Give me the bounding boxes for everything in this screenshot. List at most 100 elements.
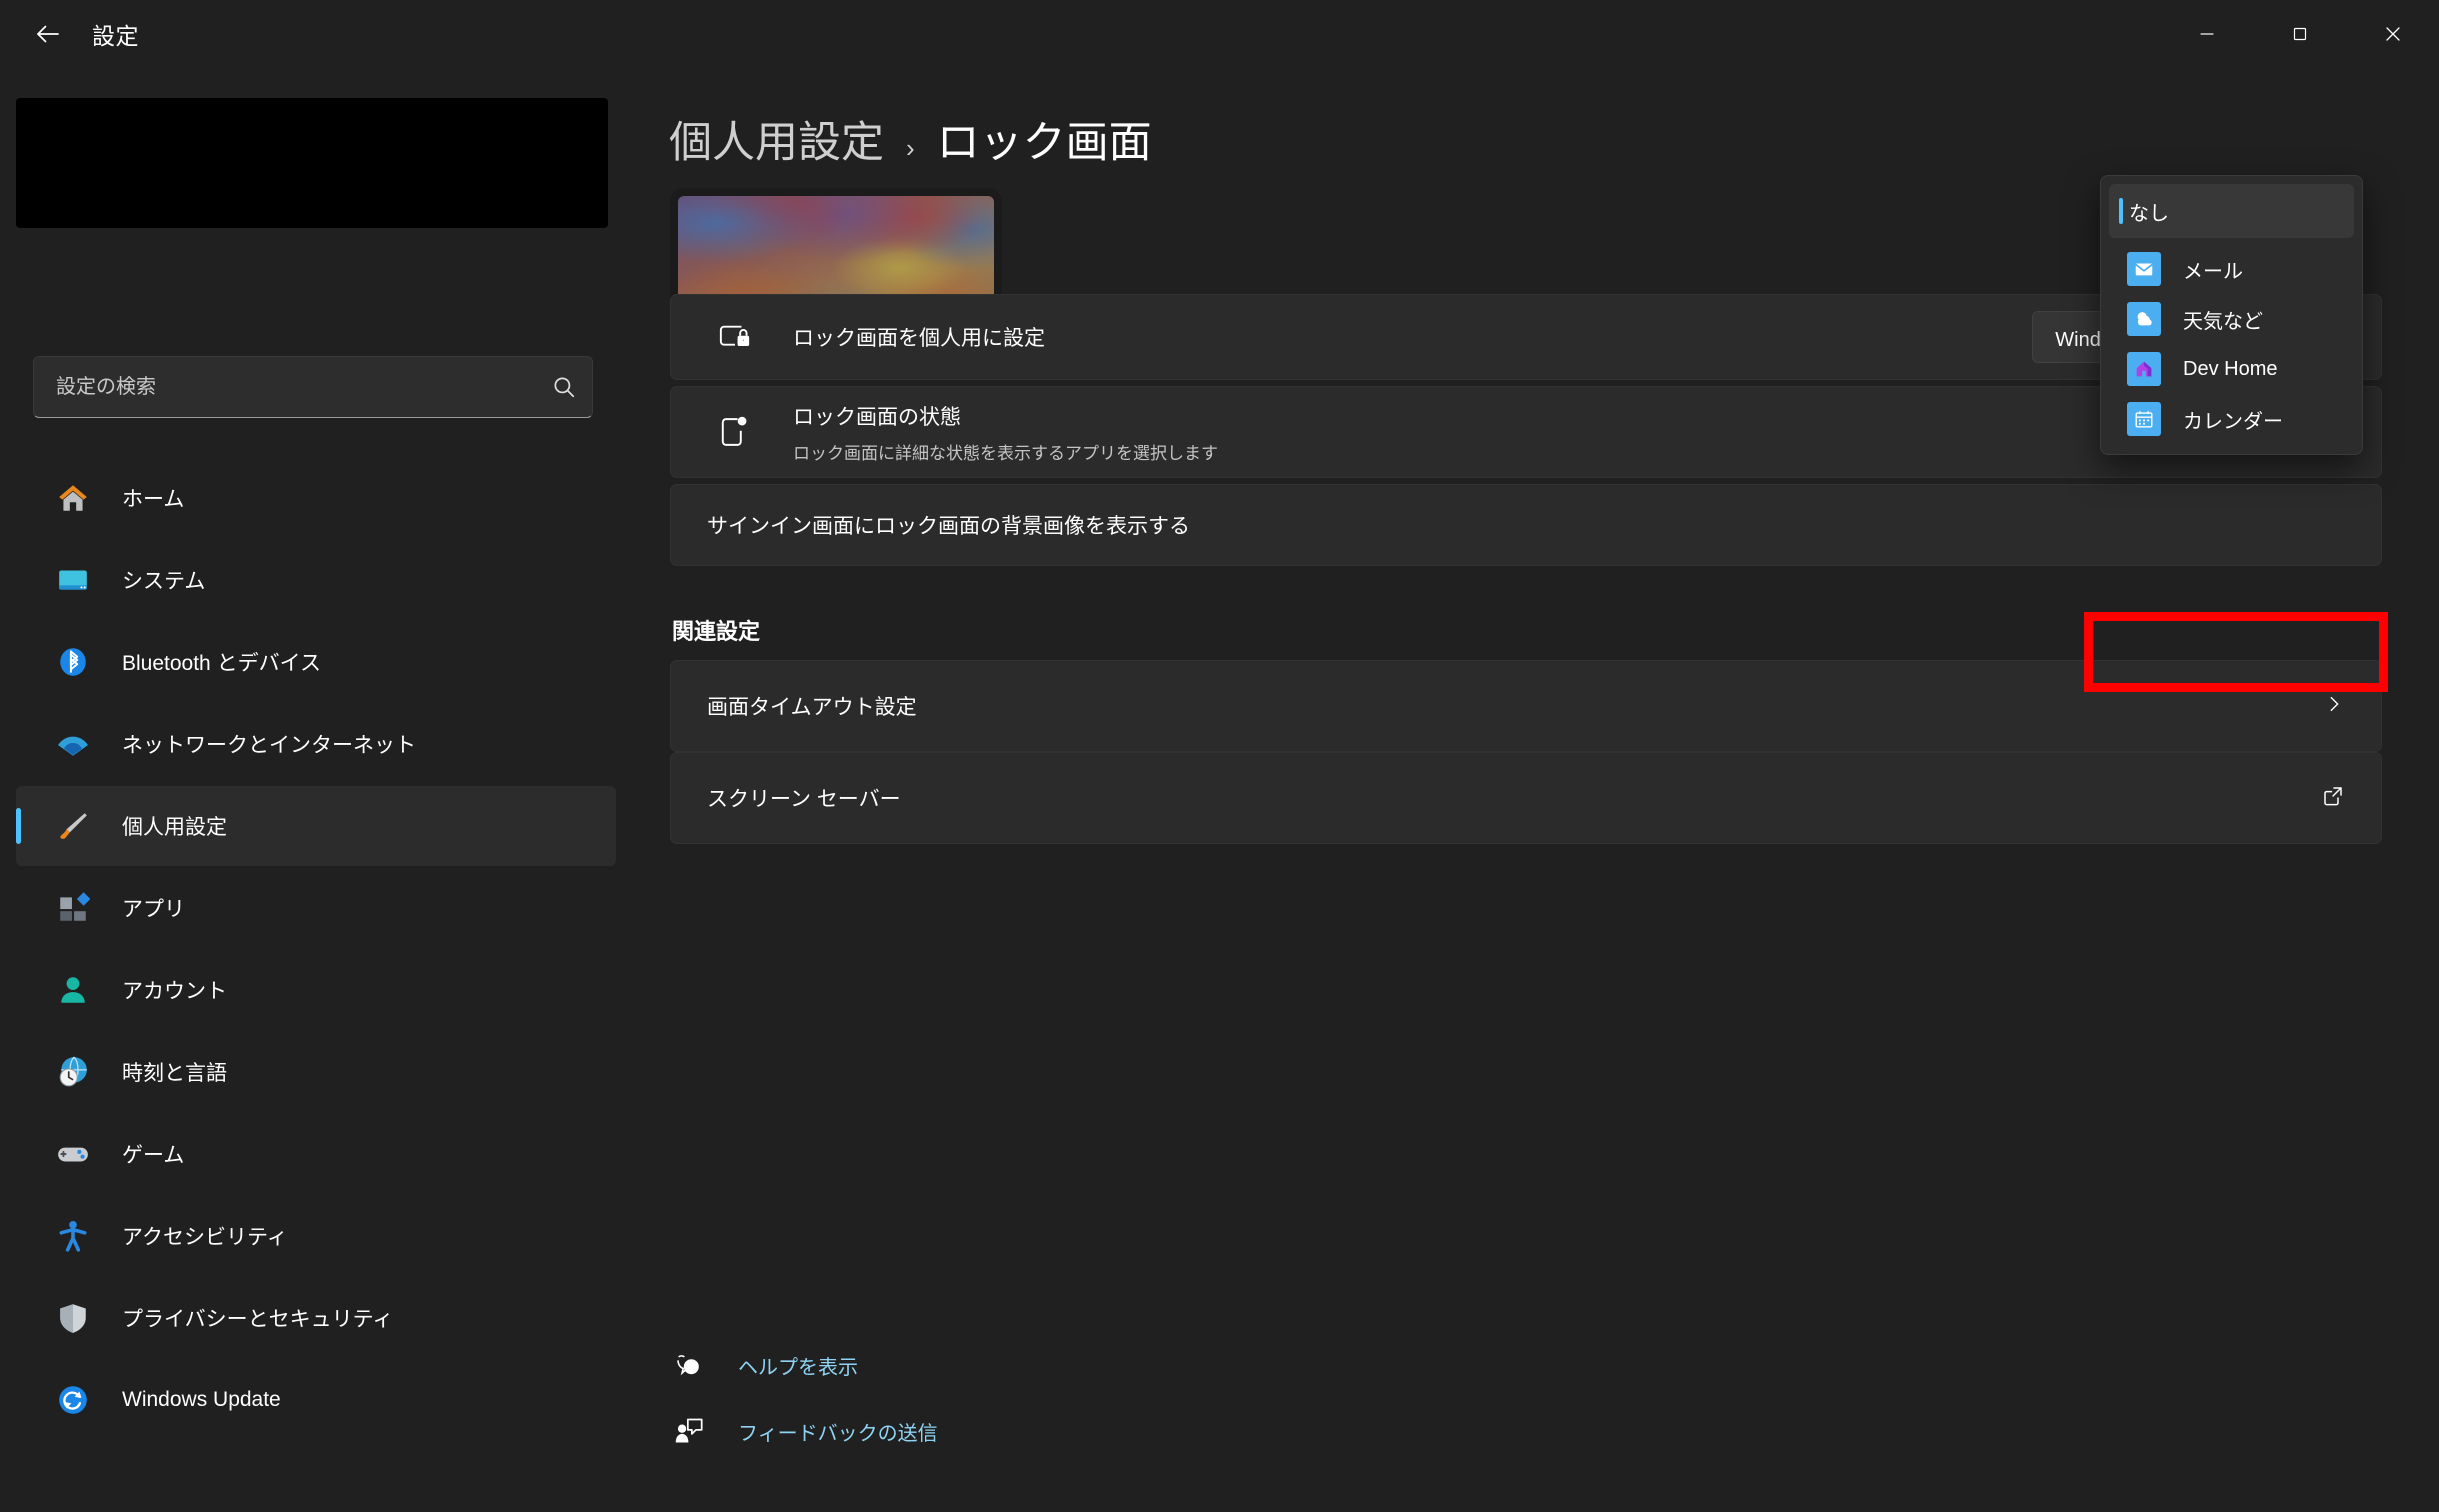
setting-subtitle: ロック画面に詳細な状態を表示するアプリを選択します [793,443,1218,463]
close-icon [2381,22,2405,46]
dropdown-option-label: 天気など [2183,310,2263,333]
external-link-icon[interactable] [2321,784,2345,813]
sidebar-item-network[interactable]: ネットワークとインターネット [16,704,616,784]
dropdown-option-label: なし [2129,202,2169,225]
dropdown-option-weather[interactable]: 天気など [2101,294,2362,344]
sidebar-item-label: ゲーム [122,1144,185,1167]
bluetooth-icon [52,641,94,683]
chevron-right-icon[interactable] [2323,693,2345,720]
mail-app-icon [2127,252,2161,286]
dropdown-option-label: Dev Home [2183,357,2278,380]
lock-screen-status-dropdown-flyout[interactable]: なし メール 天気など Dev Home カレンダー [2100,175,2363,455]
sidebar-item-accessibility[interactable]: アクセシビリティ [16,1196,616,1276]
sidebar-item-label: アプリ [122,898,185,921]
accessibility-icon [52,1215,94,1257]
account-person-icon [52,969,94,1011]
dropdown-option-label: メール [2183,260,2243,283]
related-row-action [2323,693,2345,720]
sidebar-item-windows-update[interactable]: Windows Update [16,1360,616,1440]
search-box[interactable] [33,356,593,418]
related-row-text: スクリーン セーバー [707,783,2321,813]
paintbrush-icon [52,805,94,847]
shield-icon [52,1297,94,1339]
lock-status-icon [707,404,763,460]
close-button[interactable] [2346,0,2439,68]
clock-globe-icon [52,1051,94,1093]
feedback-person-icon [670,1416,708,1446]
breadcrumb-current: ロック画面 [936,119,1152,167]
sidebar-item-label: アクセシビリティ [122,1226,288,1249]
calendar-app-icon [2127,402,2161,436]
footer-link-label: ヘルプを表示 [738,1356,858,1379]
sidebar: ホーム システム [0,68,640,1512]
sidebar-item-label: プライバシーとセキュリティ [122,1308,394,1331]
related-title: 画面タイムアウト設定 [707,696,917,719]
svg-text:?: ? [688,1363,694,1374]
sidebar-item-gaming[interactable]: ゲーム [16,1114,616,1194]
sidebar-item-personalization[interactable]: 個人用設定 [16,786,616,866]
apps-icon [52,887,94,929]
sidebar-item-label: ネットワークとインターネット [122,734,416,757]
dropdown-option-none-selected[interactable]: なし [2109,184,2354,238]
sidebar-nav: ホーム システム Bluetooth とデバイス ネットワークとインターネット … [16,458,616,1442]
sidebar-item-accounts[interactable]: アカウント [16,950,616,1030]
minimize-button[interactable] [2160,0,2253,68]
setting-title: ロック画面の状態 [793,405,961,429]
sidebar-item-apps[interactable]: アプリ [16,868,616,948]
help-question-icon: ? [670,1350,708,1380]
gamepad-icon [52,1133,94,1175]
sidebar-item-label: アカウント [122,980,227,1003]
search-icon[interactable] [536,374,592,400]
related-settings-heading: 関連設定 [672,619,761,644]
breadcrumb-parent[interactable]: 個人用設定 [669,108,884,170]
sidebar-item-time-language[interactable]: 時刻と言語 [16,1032,616,1112]
wifi-icon [52,723,94,765]
footer-link-feedback[interactable]: フィードバックの送信 [670,1416,938,1446]
maximize-button[interactable] [2253,0,2346,68]
breadcrumb: 個人用設定 › ロック画面 [669,108,1152,170]
breadcrumb-separator: › [906,133,915,163]
related-row-action [2321,784,2345,813]
maximize-icon [2289,23,2311,45]
footer-link-help[interactable]: ? ヘルプを表示 [670,1350,858,1380]
setting-title: サインイン画面にロック画面の背景画像を表示する [707,515,1190,538]
sidebar-item-label: Bluetooth とデバイス [122,652,321,675]
account-card[interactable] [16,98,608,228]
related-row-text: 画面タイムアウト設定 [707,691,2323,721]
main-content: 個人用設定 › ロック画面 ロック画面を個人用に設定 Windows ロック画面… [640,68,2439,1512]
window-title: 設定 [92,23,139,49]
settings-window: 設定 設定の検索 ホーム システム Bluetooth とデバイス ネットワーク… [0,0,2439,1512]
setting-row-signin-background[interactable]: サインイン画面にロック画面の背景画像を表示する [670,484,2382,566]
dev-home-app-icon [2127,352,2161,386]
related-row-screen-saver[interactable]: スクリーン セーバー [670,752,2382,844]
sidebar-item-label: 時刻と言語 [122,1062,227,1085]
sidebar-item-label: 個人用設定 [122,816,227,839]
sidebar-item-home[interactable]: ホーム [16,458,616,538]
weather-app-icon [2127,302,2161,336]
home-icon [52,477,94,519]
sidebar-item-system[interactable]: システム [16,540,616,620]
setting-row-text: サインイン画面にロック画面の背景画像を表示する [707,510,2381,540]
related-title: スクリーン セーバー [707,788,901,811]
back-button[interactable] [18,10,78,58]
search-input[interactable] [34,375,536,399]
back-arrow-icon [33,19,63,49]
window-controls [2160,0,2439,68]
sidebar-item-label: ホーム [122,488,185,511]
setting-title: ロック画面を個人用に設定 [793,327,1045,350]
dropdown-option-dev-home[interactable]: Dev Home [2101,344,2362,394]
footer-link-label: フィードバックの送信 [738,1422,938,1445]
sidebar-item-privacy-security[interactable]: プライバシーとセキュリティ [16,1278,616,1358]
system-monitor-icon [52,559,94,601]
title-bar: 設定 [0,0,2439,68]
dropdown-option-label: カレンダー [2183,410,2283,433]
sidebar-item-label: システム [122,570,206,593]
related-row-screen-timeout[interactable]: 画面タイムアウト設定 [670,660,2382,752]
dropdown-option-mail[interactable]: メール [2101,244,2362,294]
lock-screen-icon [707,309,763,365]
update-refresh-icon [52,1379,94,1421]
sidebar-item-label: Windows Update [122,1388,281,1411]
minimize-icon [2196,23,2218,45]
dropdown-option-calendar[interactable]: カレンダー [2101,394,2362,444]
sidebar-item-bluetooth[interactable]: Bluetooth とデバイス [16,622,616,702]
